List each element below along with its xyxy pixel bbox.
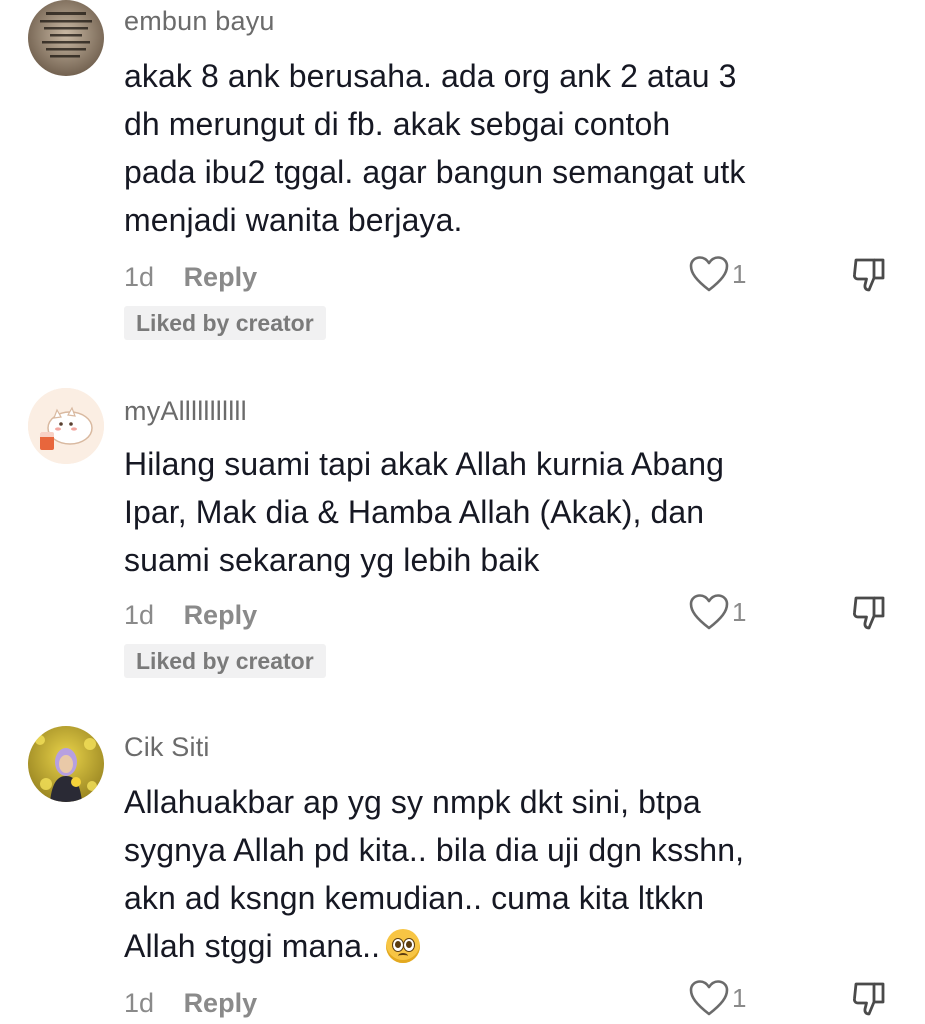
like-button[interactable]: 1 [688,978,746,1018]
comment-meta: 1d Reply [124,262,257,293]
username[interactable]: myAlllllllllll [124,396,247,427]
comment-line-with-emoji: Allah stggi mana.. [124,922,824,970]
thumbs-down-icon [853,596,885,630]
heart-outline-icon [689,594,729,630]
username[interactable]: Cik Siti [124,732,210,763]
heart-outline-icon [689,256,729,292]
liked-by-creator-badge: Liked by creator [124,644,326,678]
heart-outline-icon [689,980,729,1016]
comment-line: akn ad ksngn kemudian.. cuma kita ltkkn [124,880,705,916]
avatar-image [28,388,104,464]
comment-text: Hilang suami tapi akak Allah kurnia Aban… [124,440,824,584]
dislike-button[interactable] [850,592,890,632]
comment-line: akak 8 ank berusaha. ada org ank 2 atau … [124,58,737,94]
comment-line: Ipar, Mak dia & Hamba Allah (Akak), dan [124,494,705,530]
thumbs-down-icon [853,258,885,292]
reply-button[interactable]: Reply [184,262,258,292]
comment-line: suami sekarang yg lebih baik [124,542,540,578]
comment-line: pada ibu2 tggal. agar bangun semangat ut… [124,154,746,190]
like-button[interactable]: 1 [688,254,746,294]
reply-button[interactable]: Reply [184,988,258,1018]
avatar-image [28,726,104,802]
timestamp: 1d [124,262,155,292]
like-count: 1 [732,258,747,289]
avatar-image [28,0,104,76]
comment-meta: 1d Reply [124,988,257,1019]
avatar[interactable] [28,0,104,76]
comment-line: sygnya Allah pd kita.. bila dia uji dgn … [124,832,745,868]
like-button[interactable]: 1 [688,592,746,632]
username[interactable]: embun bayu [124,6,275,37]
comment-line: dh merungut di fb. akak sebgai contoh [124,106,671,142]
avatar[interactable] [28,726,104,802]
comment-line: Allah stggi mana.. [124,928,381,964]
dislike-button[interactable] [850,978,890,1018]
comment-line: Hilang suami tapi akak Allah kurnia Aban… [124,446,725,482]
like-count: 1 [732,982,747,1013]
comment-text: akak 8 ank berusaha. ada org ank 2 atau … [124,52,824,244]
comment-line: menjadi wanita berjaya. [124,202,463,238]
comment-line: Allahuakbar ap yg sy nmpk dkt sini, btpa [124,784,701,820]
thumbs-down-icon [853,982,885,1016]
reply-button[interactable]: Reply [184,600,258,630]
liked-by-creator-badge: Liked by creator [124,306,326,340]
like-count: 1 [732,596,747,627]
timestamp: 1d [124,600,155,630]
comment-meta: 1d Reply [124,600,257,631]
pleading-face-emoji [386,929,421,963]
dislike-button[interactable] [850,254,890,294]
timestamp: 1d [124,988,155,1018]
avatar[interactable] [28,388,104,464]
comment-text: Allahuakbar ap yg sy nmpk dkt sini, btpa… [124,778,824,970]
